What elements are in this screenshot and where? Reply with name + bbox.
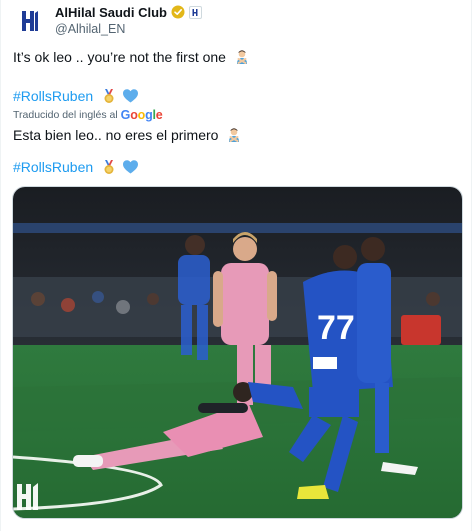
medal-emoji <box>104 160 114 174</box>
alhilal-logo-icon <box>22 11 38 31</box>
tweet-text: It’s ok leo .. you’re not the first one <box>13 49 226 65</box>
tweet-text-line1: It’s ok leo .. you’re not the first one <box>13 48 250 66</box>
google-logo-icon[interactable]: Google <box>121 108 163 122</box>
tweet-media-photo[interactable]: 77 <box>12 186 463 519</box>
hashtag-line-1: #RollsRuben <box>13 87 139 105</box>
tweet-header: AlHilal Saudi Club @Alhilal_EN <box>13 4 453 38</box>
man-gesturing-no-emoji <box>229 128 240 142</box>
jersey-number: 77 <box>317 309 355 347</box>
avatar[interactable] <box>13 4 47 38</box>
hashtag-link[interactable]: #RollsRuben <box>13 88 93 104</box>
blue-heart-emoji <box>122 160 138 174</box>
account-handle[interactable]: @Alhilal_EN <box>55 22 202 36</box>
medal-emoji <box>104 89 114 103</box>
translated-text-line: Esta bien leo.. no eres el primero <box>13 126 242 144</box>
football-match-photo: 77 <box>13 187 462 518</box>
man-gesturing-no-emoji <box>236 50 247 64</box>
stadium-roof-band <box>13 223 462 233</box>
red-cooler-box <box>401 315 441 345</box>
translation-attribution: Traducido del inglés al Google <box>13 108 163 122</box>
hashtag-line-2: #RollsRuben <box>13 158 139 176</box>
hashtag-link[interactable]: #RollsRuben <box>13 159 93 175</box>
display-name[interactable]: AlHilal Saudi Club <box>55 5 167 20</box>
translation-label: Traducido del inglés al <box>13 109 118 121</box>
tweet-card: AlHilal Saudi Club @Alhilal_EN It’s ok l… <box>0 0 472 531</box>
verified-gold-badge-icon[interactable] <box>171 5 185 19</box>
translated-text: Esta bien leo.. no eres el primero <box>13 127 219 143</box>
blue-heart-emoji <box>122 89 138 103</box>
affiliate-badge-icon[interactable] <box>188 5 202 19</box>
alhilal-watermark-icon <box>17 483 38 510</box>
